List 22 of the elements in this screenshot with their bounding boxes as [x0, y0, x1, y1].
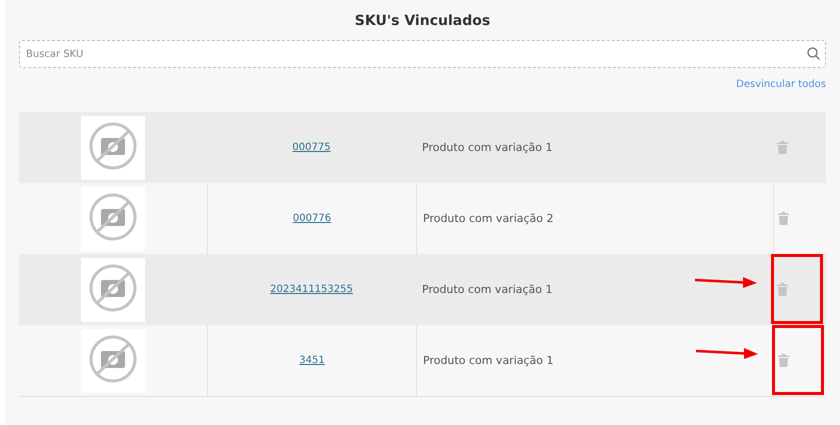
product-name: Produto com variação 2 — [423, 212, 554, 225]
trash-icon — [778, 212, 789, 225]
sku-link[interactable]: 000775 — [292, 142, 331, 153]
sku-link[interactable]: 000776 — [292, 213, 332, 224]
trash-icon — [777, 141, 788, 154]
trash-icon — [777, 283, 788, 296]
delete-button[interactable] — [778, 354, 789, 367]
sku-link[interactable]: 2023411153255 — [270, 284, 353, 295]
delete-button[interactable] — [777, 141, 788, 154]
unlink-all-link[interactable]: Desvincular todos — [736, 78, 826, 92]
product-name: Produto com variação 1 — [423, 354, 554, 367]
delete-button[interactable] — [778, 212, 789, 225]
arrow-icon — [696, 347, 758, 359]
trash-icon — [778, 354, 789, 367]
product-name: Produto com variação 1 — [422, 283, 553, 296]
product-name: Produto com variação 1 — [422, 141, 553, 154]
search-icon — [807, 47, 820, 60]
arrow-icon — [695, 276, 757, 288]
search-field[interactable]: Buscar SKU — [19, 40, 826, 68]
delete-button[interactable] — [777, 283, 788, 296]
panel-title: SKU's Vinculados — [354, 12, 490, 30]
sku-link[interactable]: 3451 — [299, 355, 325, 366]
